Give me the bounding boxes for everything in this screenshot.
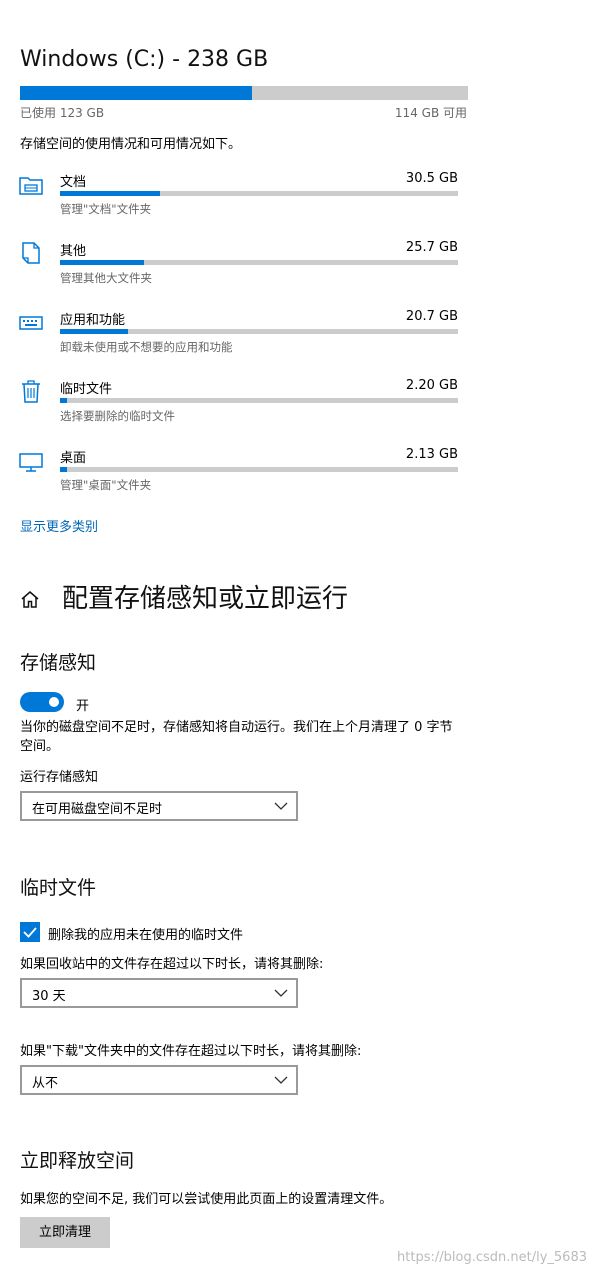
category-desc: 管理"桌面"文件夹 bbox=[60, 478, 152, 492]
chevron-down-icon bbox=[274, 802, 288, 810]
category-bar-fill bbox=[60, 260, 144, 265]
free-space-description: 如果您的空间不足, 我们可以尝试使用此页面上的设置清理文件。 bbox=[20, 1192, 393, 1207]
storage-sense-toggle[interactable] bbox=[20, 692, 64, 712]
clean-now-button[interactable]: 立即清理 bbox=[20, 1217, 110, 1248]
storage-sense-description: 当你的磁盘空间不足时，存储感知将自动运行。我们在上个月清理了 0 字节 空间。 bbox=[20, 720, 453, 754]
category-size: 2.20 GB bbox=[405, 378, 458, 393]
trash-icon bbox=[22, 380, 40, 403]
select-value: 在可用磁盘空间不足时 bbox=[32, 802, 163, 817]
show-more-categories-link[interactable]: 显示更多类别 bbox=[20, 516, 98, 535]
toggle-knob bbox=[49, 697, 59, 707]
toggle-state-label: 开 bbox=[76, 699, 90, 714]
category-bar bbox=[60, 191, 458, 196]
category-documents[interactable]: 文档 30.5 GB 管理"文档"文件夹 bbox=[18, 171, 460, 227]
category-desc: 管理"文档"文件夹 bbox=[60, 202, 152, 216]
chevron-down-icon bbox=[274, 989, 288, 997]
watermark: https://blog.csdn.net/ly_5683 bbox=[397, 1250, 587, 1265]
category-name: 应用和功能 bbox=[60, 313, 126, 328]
category-size: 2.13 GB bbox=[405, 447, 458, 462]
category-bar-fill bbox=[60, 398, 68, 403]
category-desc: 卸载未使用或不想要的应用和功能 bbox=[60, 340, 233, 354]
category-name: 桌面 bbox=[60, 451, 87, 466]
delete-temp-files-checkbox[interactable] bbox=[20, 922, 40, 942]
checkmark-icon bbox=[23, 927, 37, 938]
storage-sense-heading: 存储感知 bbox=[20, 652, 97, 674]
category-apps[interactable]: 应用和功能 20.7 GB 卸载未使用或不想要的应用和功能 bbox=[18, 309, 460, 365]
other-files-icon bbox=[22, 242, 40, 264]
disk-usage-fill bbox=[20, 86, 252, 100]
chevron-down-icon bbox=[274, 1076, 288, 1084]
category-bar-fill bbox=[60, 467, 67, 472]
category-name: 临时文件 bbox=[60, 382, 113, 397]
delete-temp-files-label: 删除我的应用未在使用的临时文件 bbox=[48, 928, 244, 943]
disk-used-label: 已使用 123 GB bbox=[20, 106, 105, 120]
home-icon[interactable] bbox=[19, 588, 41, 610]
category-bar bbox=[60, 467, 458, 472]
select-value: 30 天 bbox=[32, 989, 66, 1004]
recycle-bin-label: 如果回收站中的文件存在超过以下时长，请将其删除: bbox=[20, 957, 324, 972]
category-desc: 管理其他大文件夹 bbox=[60, 271, 152, 285]
category-temp-files[interactable]: 临时文件 2.20 GB 选择要删除的临时文件 bbox=[18, 378, 460, 434]
category-name: 文档 bbox=[60, 175, 87, 190]
category-size: 30.5 GB bbox=[405, 171, 458, 186]
category-bar bbox=[60, 329, 458, 334]
run-storage-sense-select[interactable]: 在可用磁盘空间不足时 bbox=[20, 791, 298, 821]
category-desktop[interactable]: 桌面 2.13 GB 管理"桌面"文件夹 bbox=[18, 447, 460, 503]
disk-usage-bar bbox=[20, 86, 468, 100]
free-space-heading: 立即释放空间 bbox=[20, 1150, 135, 1172]
keyboard-icon bbox=[19, 316, 43, 330]
category-name: 其他 bbox=[60, 244, 87, 259]
downloads-duration-select[interactable]: 从不 bbox=[20, 1065, 298, 1095]
category-bar-fill bbox=[60, 191, 160, 196]
select-value: 从不 bbox=[32, 1076, 59, 1091]
run-storage-sense-label: 运行存储感知 bbox=[20, 770, 99, 785]
downloads-label: 如果"下载"文件夹中的文件存在超过以下时长，请将其删除: bbox=[20, 1044, 362, 1059]
disk-title: Windows (C:) - 238 GB bbox=[20, 47, 269, 72]
category-bar-fill bbox=[60, 329, 128, 334]
category-other[interactable]: 其他 25.7 GB 管理其他大文件夹 bbox=[18, 240, 460, 296]
disk-free-label: 114 GB 可用 bbox=[394, 106, 467, 120]
category-bar bbox=[60, 398, 458, 403]
page-title: 配置存储感知或立即运行 bbox=[62, 584, 349, 614]
recycle-bin-duration-select[interactable]: 30 天 bbox=[20, 978, 298, 1008]
documents-folder-icon bbox=[19, 177, 43, 195]
category-desc: 选择要删除的临时文件 bbox=[60, 409, 175, 423]
disk-description: 存储空间的使用情况和可用情况如下。 bbox=[20, 137, 242, 152]
monitor-icon bbox=[19, 453, 43, 472]
temp-files-heading: 临时文件 bbox=[20, 877, 97, 899]
category-size: 20.7 GB bbox=[405, 309, 458, 324]
category-size: 25.7 GB bbox=[405, 240, 458, 255]
category-bar bbox=[60, 260, 458, 265]
